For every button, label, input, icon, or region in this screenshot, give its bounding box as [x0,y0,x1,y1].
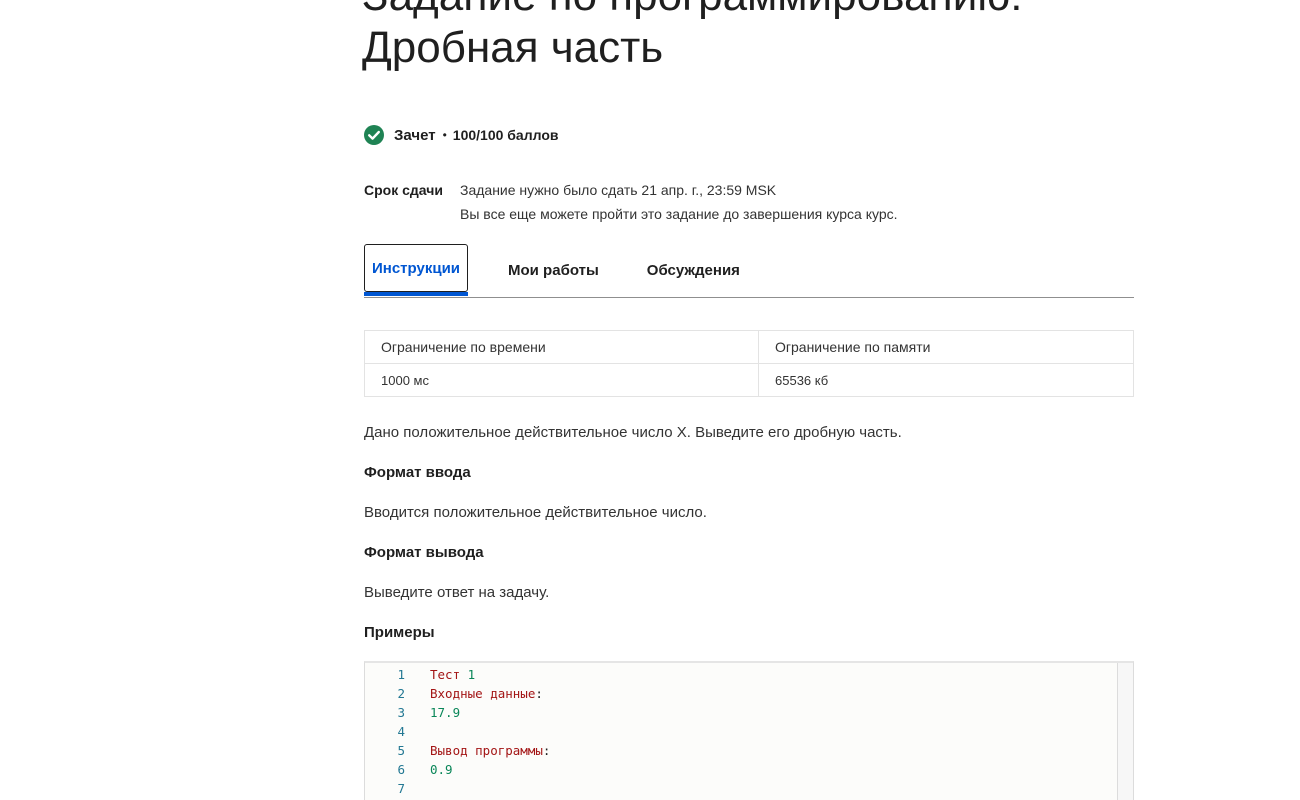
code-number: 17.9 [430,705,461,720]
deadline-line-2: Вы все еще можете пройти это задание до … [460,206,898,222]
line-number: 7 [397,781,405,796]
output-format-heading: Формат вывода [364,544,484,561]
grade-status: Зачет • 100/100 баллов [364,124,558,146]
line-number: 3 [397,705,405,720]
tab-discussions[interactable]: Обсуждения [623,244,764,297]
tab-instructions[interactable]: Инструкции [364,244,469,296]
deadline-text: Задание нужно было сдать 21 апр. г., 23:… [460,178,898,226]
code-keyword: Вывод программы [430,743,543,758]
examples-heading: Примеры [364,624,435,641]
line-number: 5 [397,743,405,758]
deadline-line-1: Задание нужно было сдать 21 апр. г., 23:… [460,182,777,198]
code-line: 5 Вывод программы: [365,741,550,760]
input-format-text: Вводится положительное действительное чи… [364,504,707,521]
code-line: 4 [365,722,430,741]
code-line: 1 Тест 1 [365,665,475,684]
deadline-label: Срок сдачи [364,182,443,198]
code-keyword: Тест [430,667,461,682]
code-text: Вывод программы: [430,741,550,760]
check-circle-icon [364,125,384,145]
code-scrollbar[interactable] [1117,663,1133,800]
status-label: Зачет [394,126,436,144]
line-number: 2 [397,686,405,701]
line-number: 4 [397,724,405,739]
page-title: Задание по программированию: Дробная час… [362,0,1132,74]
status-separator: • [442,128,447,142]
code-text: 17.9 [430,703,460,722]
code-text: Тест 1 [430,665,475,684]
status-score: 100/100 баллов [452,127,559,143]
examples-code-block[interactable]: 1 Тест 1 2 Входные данные: 3 17.9 4 5 Вы… [364,661,1134,800]
tab-my-submissions[interactable]: Мои работы [468,244,623,297]
code-number: 0.9 [430,762,453,777]
line-number: 6 [397,762,405,777]
code-punctuation: : [542,743,551,758]
code-line: 7 [365,779,430,798]
code-number: 1 [460,667,476,682]
assignment-page: Задание по программированию: Дробная час… [0,0,1300,800]
code-keyword: Входные данные [430,686,536,701]
limits-header-row: Ограничение по времени Ограничение по па… [364,330,1134,364]
input-format-heading: Формат ввода [364,464,471,481]
memory-limit-header: Ограничение по памяти [758,330,1134,364]
output-format-text: Выведите ответ на задачу. [364,584,550,601]
limits-table: Ограничение по времени Ограничение по па… [364,330,1134,397]
page-title-line-1: Задание по программированию: Дробная час… [362,0,1023,72]
code-text: Входные данные: [430,684,543,703]
deadline-block: Срок сдачи Задание нужно было сдать 21 а… [364,178,898,226]
assignment-tabs: Инструкции Мои работы Обсуждения [364,244,1134,298]
line-number: 1 [397,667,405,682]
time-limit-header: Ограничение по времени [364,330,759,364]
code-line: 3 17.9 [365,703,460,722]
time-limit-value: 1000 мс [364,363,759,397]
problem-description: Дано положительное действительное число … [364,424,902,441]
code-text: 0.9 [430,760,453,779]
code-line: 6 0.9 [365,760,453,779]
code-punctuation: : [535,686,543,701]
memory-limit-value: 65536 кб [758,363,1134,397]
code-line: 2 Входные данные: [365,684,543,703]
limits-value-row: 1000 мс 65536 кб [364,363,1134,397]
